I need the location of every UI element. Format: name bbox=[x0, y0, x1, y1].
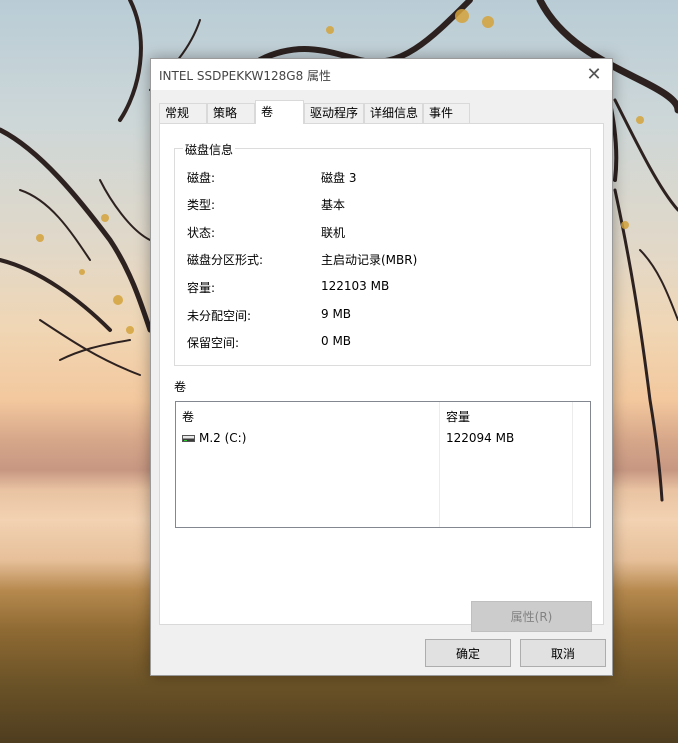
volume-capacity: 122094 MB bbox=[446, 431, 515, 445]
column-divider[interactable] bbox=[572, 402, 573, 527]
volumes-list[interactable]: 卷 容量 M.2 (C:) 122094 MB bbox=[175, 401, 591, 528]
tab-driver[interactable]: 驱动程序 bbox=[304, 103, 364, 123]
reserved-label: 保留空间: bbox=[187, 336, 240, 350]
disk-label: 磁盘: bbox=[187, 171, 216, 185]
volumes-section-title: 卷 bbox=[174, 380, 187, 394]
status-label: 状态: bbox=[187, 226, 216, 240]
ok-button[interactable]: 确定 bbox=[425, 639, 511, 667]
tab-strip: 常规 策略 卷 驱动程序 详细信息 事件 bbox=[159, 100, 604, 124]
tab-policies[interactable]: 策略 bbox=[207, 103, 255, 123]
type-label: 类型: bbox=[187, 198, 216, 212]
reserved-value: 0 MB bbox=[321, 334, 352, 348]
unallocated-value: 9 MB bbox=[321, 307, 352, 321]
partition-style-value: 主启动记录(MBR) bbox=[321, 253, 418, 267]
tab-volumes[interactable]: 卷 bbox=[255, 100, 304, 124]
close-icon[interactable]: ✕ bbox=[576, 59, 612, 90]
tab-general[interactable]: 常规 bbox=[159, 103, 207, 123]
volume-name: M.2 (C:) bbox=[199, 431, 247, 445]
properties-button[interactable]: 属性(R) bbox=[471, 601, 592, 632]
tab-events[interactable]: 事件 bbox=[423, 103, 470, 123]
capacity-value: 122103 MB bbox=[321, 279, 390, 293]
disk-info-group: 磁盘信息 磁盘: 磁盘 3 类型: 基本 状态: 联机 磁盘分区形式: 主启动记… bbox=[174, 141, 591, 366]
tab-details[interactable]: 详细信息 bbox=[364, 103, 423, 123]
column-header-capacity[interactable]: 容量 bbox=[446, 408, 470, 425]
title-bar[interactable]: INTEL SSDPEKKW128G8 属性 ✕ bbox=[151, 59, 612, 90]
capacity-label: 容量: bbox=[187, 281, 216, 295]
disk-value: 磁盘 3 bbox=[321, 171, 357, 185]
properties-dialog: INTEL SSDPEKKW128G8 属性 ✕ 常规 策略 卷 驱动程序 详细… bbox=[150, 58, 613, 676]
status-value: 联机 bbox=[321, 226, 346, 240]
cancel-button[interactable]: 取消 bbox=[520, 639, 606, 667]
unallocated-label: 未分配空间: bbox=[187, 309, 252, 323]
drive-icon bbox=[182, 435, 195, 442]
dialog-title: INTEL SSDPEKKW128G8 属性 bbox=[159, 69, 332, 83]
type-value: 基本 bbox=[321, 198, 346, 212]
partition-style-label: 磁盘分区形式: bbox=[187, 253, 264, 267]
column-divider[interactable] bbox=[439, 402, 440, 527]
column-header-volume[interactable]: 卷 bbox=[182, 408, 194, 425]
disk-info-legend: 磁盘信息 bbox=[183, 141, 236, 158]
volumes-tab-panel: 磁盘信息 磁盘: 磁盘 3 类型: 基本 状态: 联机 磁盘分区形式: 主启动记… bbox=[159, 123, 604, 632]
